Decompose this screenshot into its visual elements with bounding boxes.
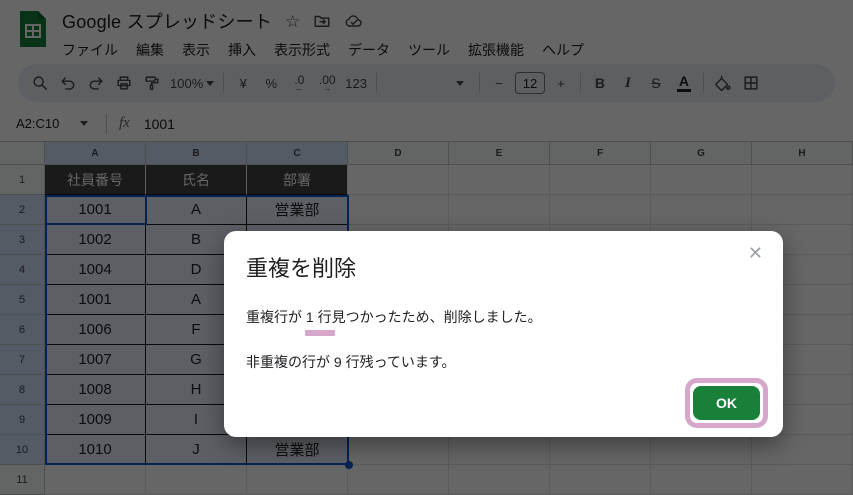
- ok-button[interactable]: OK: [693, 386, 760, 420]
- dialog-title: 重複を削除: [246, 256, 357, 281]
- dialog-message-2: 非重複の行が 9 行残っています。: [246, 354, 456, 370]
- close-icon[interactable]: ✕: [748, 244, 763, 262]
- highlighted-count: 1 行: [304, 309, 335, 336]
- dialog-message-1: 重複行が 1 行見つかったため、削除しました。: [246, 309, 542, 336]
- ok-button-highlight: OK: [685, 378, 768, 428]
- remove-duplicates-dialog: 重複を削除 ✕ 重複行が 1 行見つかったため、削除しました。 非重複の行が 9…: [224, 231, 783, 437]
